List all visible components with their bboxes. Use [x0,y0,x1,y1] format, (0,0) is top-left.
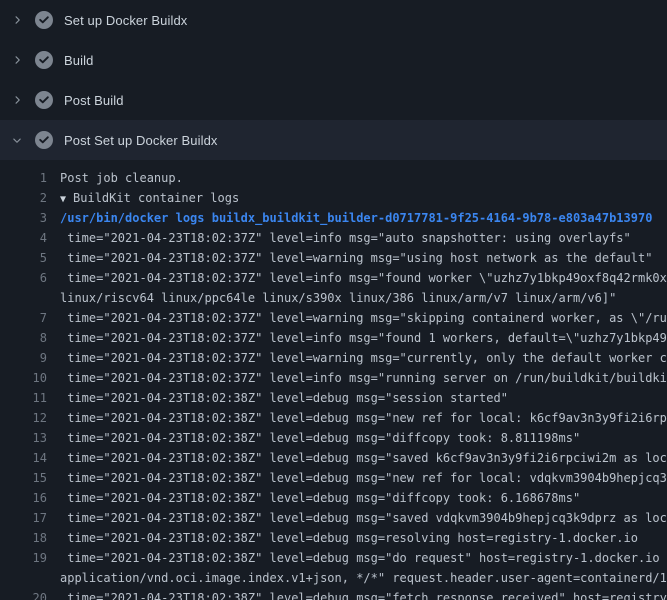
log-line-number[interactable]: 6 [0,268,47,288]
log-line: application/vnd.oci.image.index.v1+json,… [0,568,667,588]
log-line-number[interactable]: 14 [0,448,47,468]
log-line: 6 time="2021-04-23T18:02:37Z" level=info… [0,268,667,288]
step-log-output: 1 Post job cleanup. 2 ▼ BuildKit containe… [0,160,667,600]
log-line-number[interactable]: 18 [0,528,47,548]
log-line: 15 time="2021-04-23T18:02:38Z" level=deb… [0,468,667,488]
log-line-number[interactable]: 8 [0,328,47,348]
step-section-header-3[interactable]: Post Set up Docker Buildx [0,120,667,160]
log-line-text: time="2021-04-23T18:02:37Z" level=warnin… [60,248,652,268]
log-line: 8 time="2021-04-23T18:02:37Z" level=info… [0,328,667,348]
log-line: 10 time="2021-04-23T18:02:37Z" level=inf… [0,368,667,388]
log-line-number[interactable]: 12 [0,408,47,428]
log-line-text: time="2021-04-23T18:02:38Z" level=debug … [60,588,667,600]
log-line-number[interactable]: 7 [0,308,47,328]
log-line-number[interactable]: 17 [0,508,47,528]
log-line-number[interactable]: 4 [0,228,47,248]
step-section-label: Post Set up Docker Buildx [64,133,218,148]
log-line: 5 time="2021-04-23T18:02:37Z" level=warn… [0,248,667,268]
log-line-text: time="2021-04-23T18:02:38Z" level=debug … [60,528,638,548]
log-line-number[interactable]: 20 [0,588,47,600]
step-section-label: Post Build [64,93,124,108]
log-line-text: application/vnd.oci.image.index.v1+json,… [60,568,667,588]
log-line-number[interactable]: 2 [0,188,47,208]
log-line: linux/riscv64 linux/ppc64le linux/s390x … [0,288,667,308]
log-line: 19 time="2021-04-23T18:02:38Z" level=deb… [0,548,667,568]
log-line: 4 time="2021-04-23T18:02:37Z" level=info… [0,228,667,248]
log-line: 18 time="2021-04-23T18:02:38Z" level=deb… [0,528,667,548]
log-line-number[interactable]: 19 [0,548,47,568]
chevron-icon[interactable] [10,132,24,148]
log-line-number[interactable] [0,568,47,588]
log-line: 20 time="2021-04-23T18:02:38Z" level=deb… [0,588,667,600]
step-section-header-0[interactable]: Set up Docker Buildx [0,0,667,40]
step-success-icon [35,131,53,149]
log-line: 16 time="2021-04-23T18:02:38Z" level=deb… [0,488,667,508]
chevron-icon[interactable] [10,52,24,68]
log-line-number[interactable]: 10 [0,368,47,388]
log-line-text: time="2021-04-23T18:02:38Z" level=debug … [60,408,667,428]
step-success-icon [35,91,53,109]
log-line: 13 time="2021-04-23T18:02:38Z" level=deb… [0,428,667,448]
log-line-text: Post job cleanup. [60,168,183,188]
log-line-number[interactable]: 5 [0,248,47,268]
step-section-label: Set up Docker Buildx [64,13,187,28]
log-line-text: time="2021-04-23T18:02:38Z" level=debug … [60,468,667,488]
log-line-number[interactable]: 16 [0,488,47,508]
step-sections: Set up Docker Buildx Build Post Buil [0,0,667,160]
log-line-number[interactable]: 13 [0,428,47,448]
step-success-icon [35,11,53,29]
log-line: 7 time="2021-04-23T18:02:37Z" level=warn… [0,308,667,328]
log-line-text: time="2021-04-23T18:02:37Z" level=info m… [60,228,631,248]
log-line: 11 time="2021-04-23T18:02:38Z" level=deb… [0,388,667,408]
log-line-text: time="2021-04-23T18:02:38Z" level=debug … [60,388,508,408]
log-line-text: time="2021-04-23T18:02:38Z" level=debug … [60,448,667,468]
log-line: 12 time="2021-04-23T18:02:38Z" level=deb… [0,408,667,428]
log-line-text: /usr/bin/docker logs buildx_buildkit_bui… [60,208,652,228]
log-line-text: time="2021-04-23T18:02:37Z" level=info m… [60,328,667,348]
log-group-toggle-icon[interactable]: ▼ [60,194,66,205]
log-line-number[interactable]: 3 [0,208,47,228]
chevron-icon[interactable] [10,92,24,108]
log-line-text: time="2021-04-23T18:02:38Z" level=debug … [60,548,667,568]
log-group-title[interactable]: BuildKit container logs [73,191,239,205]
log-line-number[interactable]: 1 [0,168,47,188]
log-line-number[interactable]: 11 [0,388,47,408]
step-section-header-1[interactable]: Build [0,40,667,80]
log-line: 3 /usr/bin/docker logs buildx_buildkit_b… [0,208,667,228]
step-section-label: Build [64,53,93,68]
step-success-icon [35,51,53,69]
actions-log-viewer: Set up Docker Buildx Build Post Buil [0,0,667,600]
log-line-text: time="2021-04-23T18:02:37Z" level=info m… [60,368,667,388]
log-line-text: time="2021-04-23T18:02:38Z" level=debug … [60,428,580,448]
log-line: 14 time="2021-04-23T18:02:38Z" level=deb… [0,448,667,468]
log-line-number[interactable] [0,288,47,308]
step-section-header-2[interactable]: Post Build [0,80,667,120]
log-line-text: ▼ BuildKit container logs [60,188,239,208]
log-line-number[interactable]: 9 [0,348,47,368]
log-line-text: time="2021-04-23T18:02:38Z" level=debug … [60,488,580,508]
log-line: 2 ▼ BuildKit container logs [0,188,667,208]
log-line-text: time="2021-04-23T18:02:37Z" level=warnin… [60,348,667,368]
log-line-text: linux/riscv64 linux/ppc64le linux/s390x … [60,288,616,308]
log-line: 17 time="2021-04-23T18:02:38Z" level=deb… [0,508,667,528]
chevron-icon[interactable] [10,12,24,28]
log-line-number[interactable]: 15 [0,468,47,488]
log-line-text: time="2021-04-23T18:02:37Z" level=info m… [60,268,667,288]
log-line: 9 time="2021-04-23T18:02:37Z" level=warn… [0,348,667,368]
log-line-text: time="2021-04-23T18:02:38Z" level=debug … [60,508,667,528]
log-line-text: time="2021-04-23T18:02:37Z" level=warnin… [60,308,667,328]
log-line: 1 Post job cleanup. [0,168,667,188]
